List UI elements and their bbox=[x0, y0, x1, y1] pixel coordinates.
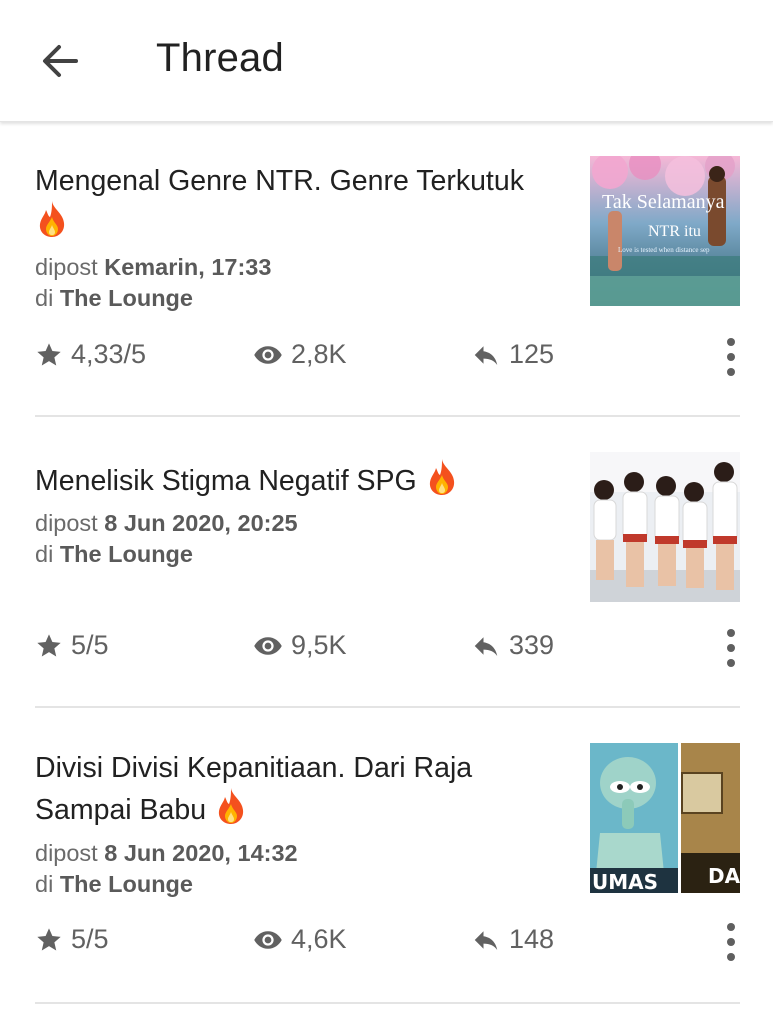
more-vert-icon bbox=[726, 922, 736, 962]
reply-icon bbox=[471, 925, 501, 955]
thread-stats: 4,33/5 2,8K 125 bbox=[35, 339, 740, 379]
thread-posted: dipost 8 Jun 2020, 20:25 bbox=[35, 510, 298, 536]
thumbnail-caption: Tak Selamanya bbox=[602, 191, 725, 213]
fire-icon bbox=[214, 787, 248, 825]
views-stat: 9,5K bbox=[253, 630, 347, 661]
more-vert-icon bbox=[726, 628, 736, 668]
replies-stat: 148 bbox=[471, 924, 554, 955]
fire-icon bbox=[425, 458, 459, 496]
eye-icon bbox=[253, 631, 283, 661]
thread-forum: di The Lounge bbox=[35, 871, 193, 897]
svg-text:UMAS: UMAS bbox=[592, 870, 658, 893]
svg-text:NTR itu: NTR itu bbox=[648, 223, 701, 240]
back-button[interactable] bbox=[30, 33, 90, 93]
thread-thumbnail[interactable] bbox=[590, 452, 740, 602]
rating-stat: 5/5 bbox=[35, 924, 109, 955]
thread-forum: di The Lounge bbox=[35, 285, 193, 311]
rating-stat: 5/5 bbox=[35, 630, 109, 661]
more-options-button[interactable] bbox=[719, 335, 743, 379]
eye-icon bbox=[253, 340, 283, 370]
replies-stat: 125 bbox=[471, 339, 554, 370]
more-vert-icon bbox=[726, 337, 736, 377]
thread-thumbnail[interactable]: UMAS DA bbox=[590, 743, 740, 893]
views-stat: 4,6K bbox=[253, 924, 347, 955]
reply-icon bbox=[471, 631, 501, 661]
forum-link[interactable]: The Lounge bbox=[60, 541, 193, 567]
thread-posted: dipost 8 Jun 2020, 14:32 bbox=[35, 840, 298, 866]
thread-title[interactable]: Menelisik Stigma Negatif SPG bbox=[35, 458, 565, 500]
divider bbox=[35, 1002, 740, 1004]
views-stat: 2,8K bbox=[253, 339, 347, 370]
replies-stat: 339 bbox=[471, 630, 554, 661]
fire-icon bbox=[35, 200, 69, 238]
star-icon bbox=[35, 632, 63, 660]
arrow-left-icon bbox=[40, 43, 80, 84]
star-icon bbox=[35, 926, 63, 954]
thread-thumbnail[interactable]: Tak Selamanya NTR itu Love is tested whe… bbox=[590, 156, 740, 306]
divider bbox=[35, 706, 740, 708]
svg-text:DA: DA bbox=[708, 864, 740, 888]
forum-link[interactable]: The Lounge bbox=[60, 285, 193, 311]
page-title: Thread bbox=[156, 36, 284, 80]
rating-stat: 4,33/5 bbox=[35, 339, 146, 370]
thread-forum: di The Lounge bbox=[35, 541, 193, 567]
svg-text:Love is tested when distance s: Love is tested when distance sep bbox=[618, 246, 710, 254]
thread-title[interactable]: Mengenal Genre NTR. Genre Terkutuk bbox=[35, 162, 565, 242]
more-options-button[interactable] bbox=[719, 920, 743, 964]
thread-stats: 5/5 9,5K 339 bbox=[35, 630, 740, 670]
star-icon bbox=[35, 341, 63, 369]
app-bar: Thread bbox=[0, 0, 773, 122]
reply-icon bbox=[471, 340, 501, 370]
thread-title[interactable]: Divisi Divisi Kepanitiaan. Dari Raja Sam… bbox=[35, 749, 565, 829]
thread-posted: dipost Kemarin, 17:33 bbox=[35, 254, 272, 280]
divider bbox=[35, 415, 740, 417]
more-options-button[interactable] bbox=[719, 626, 743, 670]
eye-icon bbox=[253, 925, 283, 955]
forum-link[interactable]: The Lounge bbox=[60, 871, 193, 897]
thread-stats: 5/5 4,6K 148 bbox=[35, 924, 740, 964]
